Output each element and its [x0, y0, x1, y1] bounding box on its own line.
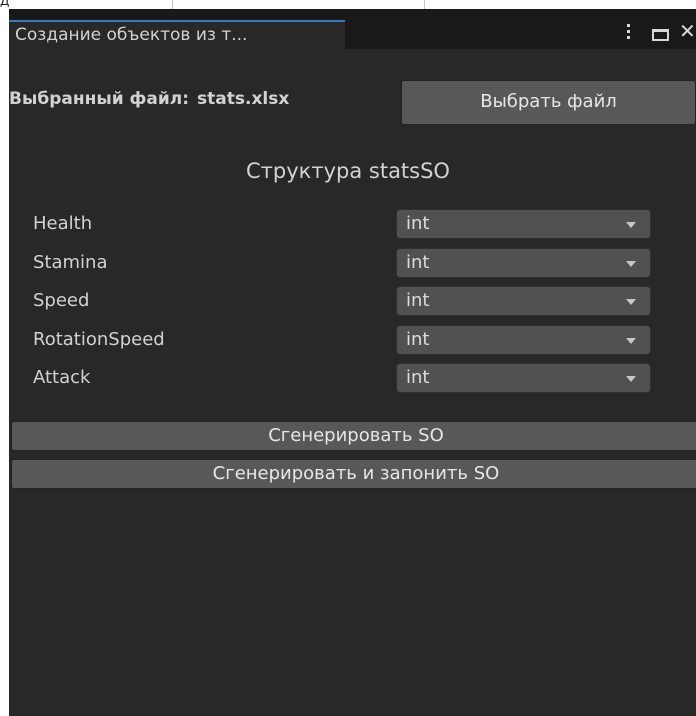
- fields-list: Health int Stamina int Speed int Rotatio…: [9, 207, 696, 400]
- dropdown-value: int: [406, 213, 430, 234]
- divider: [424, 0, 425, 9]
- outer-top-strip: Д: [0, 0, 696, 9]
- dropdown-value: int: [406, 328, 430, 350]
- field-row: Stamina int: [9, 246, 696, 285]
- chevron-down-icon: [626, 222, 636, 228]
- selected-file-name: stats.xlsx: [197, 89, 290, 109]
- chevron-down-icon: [626, 299, 636, 305]
- type-dropdown[interactable]: int: [396, 363, 651, 393]
- dropdown-value: int: [406, 367, 430, 388]
- structure-title: Структура statsSO: [246, 159, 450, 183]
- type-dropdown[interactable]: int: [396, 247, 651, 278]
- field-row: Attack int: [9, 361, 696, 400]
- selected-file-label: Выбранный файл: stats.xlsx: [9, 89, 289, 109]
- field-name: Attack: [33, 367, 91, 388]
- chevron-down-icon: [626, 337, 636, 344]
- field-name: Speed: [33, 290, 90, 311]
- type-dropdown[interactable]: int: [396, 286, 651, 316]
- field-name: Stamina: [33, 251, 108, 273]
- field-row: Speed int: [9, 284, 696, 323]
- field-name: RotationSpeed: [33, 328, 165, 350]
- generate-fill-so-button[interactable]: Сгенерировать и запонить SO: [11, 459, 696, 489]
- dropdown-value: int: [406, 251, 430, 273]
- type-dropdown[interactable]: int: [396, 324, 651, 355]
- generate-so-button[interactable]: Сгенерировать SO: [11, 421, 696, 451]
- divider: [172, 0, 173, 9]
- editor-window: Создание объектов из т... ✕ Выбранный фа…: [9, 9, 696, 716]
- chevron-down-icon: [626, 376, 636, 382]
- clipped-glyph: Д: [0, 0, 10, 8]
- close-icon[interactable]: ✕: [679, 21, 696, 41]
- kebab-menu-icon[interactable]: [624, 24, 634, 44]
- chevron-down-icon: [626, 260, 636, 267]
- dropdown-value: int: [406, 290, 430, 311]
- field-name: Health: [33, 213, 93, 234]
- field-row: Health int: [9, 207, 696, 246]
- field-row: RotationSpeed int: [9, 323, 696, 362]
- selected-file-caption: Выбранный файл:: [9, 89, 190, 109]
- window-tab[interactable]: Создание объектов из т...: [9, 20, 345, 49]
- pick-file-button[interactable]: Выбрать файл: [401, 80, 696, 125]
- maximize-icon[interactable]: [652, 29, 669, 41]
- tab-bar: Создание объектов из т... ✕: [9, 9, 696, 49]
- type-dropdown[interactable]: int: [396, 209, 651, 239]
